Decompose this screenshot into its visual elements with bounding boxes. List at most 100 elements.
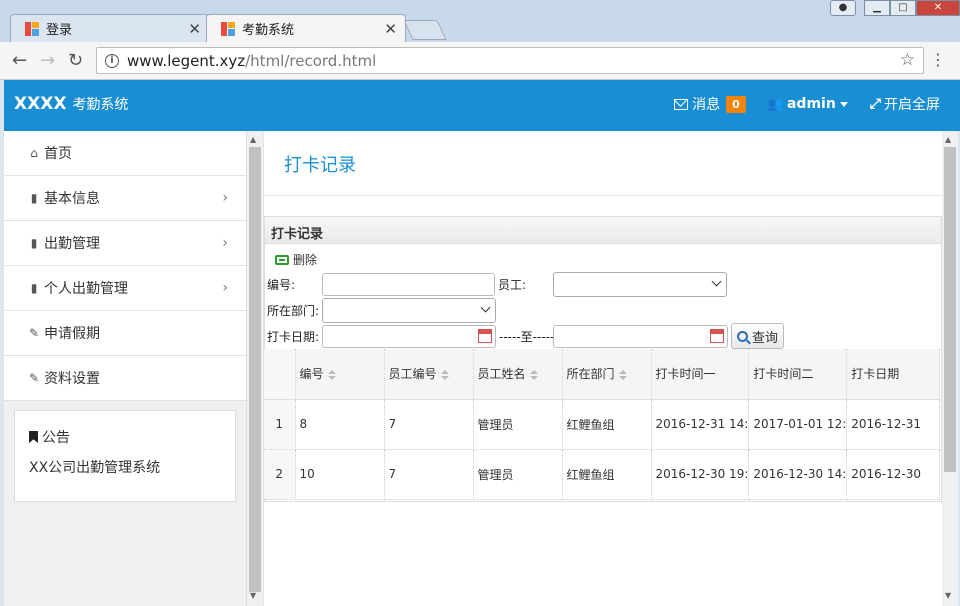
cell-employee-name: 管理员 [473,399,563,450]
sidebar-item-personal-attendance[interactable]: ▮ 个人出勤管理 › [4,266,246,311]
caret-down-icon [839,101,848,107]
cell-time2: 2017-01-01 12: [748,399,848,450]
url-host: www.legent.xyz [127,51,246,70]
tab-title: 考勤系统 [242,23,295,38]
notice-box: 公告 XX公司出勤管理系统 [14,410,236,502]
date-filter-label: 打卡日期: [267,330,320,344]
tab-close-icon[interactable]: ✕ [188,20,201,38]
edit-icon: ✎ [28,326,40,340]
user-menu-button[interactable]: 👥 admin [768,96,848,112]
record-table: 编号 员工编号 员工姓名 所在部门 打卡时间一 打卡时间二 打卡日期 1 8 7… [264,349,941,500]
query-button[interactable]: 查询 [731,323,785,349]
back-icon[interactable]: ← [12,50,27,71]
sort-icon[interactable] [327,369,336,380]
cell-department: 红鲤鱼组 [562,449,652,500]
calendar-icon[interactable] [710,329,724,343]
cell-department: 红鲤鱼组 [562,399,652,450]
column-header-time1[interactable]: 打卡时间一 [651,349,750,400]
url-path: /html/record.html [245,51,377,70]
table-row[interactable]: 1 8 7 管理员 红鲤鱼组 2016-12-31 14: 2017-01-01… [264,399,941,450]
fullscreen-label: 开启全屏 [884,97,940,113]
new-tab-button[interactable] [403,20,447,40]
browser-tab-attendance[interactable]: 考勤系统 ✕ [206,14,406,42]
panel-title: 打卡记录 [265,217,941,244]
bookmark-icon [29,431,38,443]
delete-label: 删除 [293,253,318,267]
scrollbar-thumb[interactable] [944,147,956,472]
profile-icon[interactable]: ● [830,0,856,16]
maximize-icon[interactable]: □ [890,0,916,16]
sort-icon[interactable] [440,369,449,380]
sidebar-scrollbar[interactable]: ▲ ▼ [247,131,263,606]
scrollbar-thumb[interactable] [249,147,261,592]
envelope-icon [674,98,689,110]
query-label: 查询 [752,330,779,346]
table-header-row: 编号 员工编号 员工姓名 所在部门 打卡时间一 打卡时间二 打卡日期 [264,349,941,400]
column-header-employee-id[interactable]: 员工编号 [384,349,474,400]
scroll-down-icon[interactable]: ▼ [945,591,951,600]
date-range-separator: -----至----- [499,330,555,344]
department-filter-label: 所在部门: [267,304,320,318]
browser-menu-icon[interactable]: ⋮ [930,50,946,69]
brand-text: 考勤系统 [72,97,129,113]
department-select[interactable] [322,298,496,323]
column-header-time2[interactable]: 打卡时间二 [748,349,848,400]
brand[interactable]: XXXX 考勤系统 [14,94,128,114]
column-header-id[interactable]: 编号 [295,349,385,400]
sidebar-item-basic-info[interactable]: ▮ 基本信息 › [4,176,246,221]
employee-select[interactable] [553,272,727,297]
file-icon: ▮ [30,236,38,250]
row-number-header [264,349,296,400]
home-icon: ⌂ [30,146,38,160]
messages-button[interactable]: 消息 0 [674,94,746,114]
sort-icon[interactable] [529,369,538,380]
reload-icon[interactable]: ↻ [68,50,83,71]
delete-button[interactable]: 删除 [275,251,317,268]
cell-employee-id: 7 [384,399,474,450]
end-date-input[interactable] [553,325,728,348]
employee-filter-label: 员工: [498,278,527,292]
sidebar-item-profile-settings[interactable]: ✎ 资料设置 [4,356,246,401]
sidebar-item-label: 资料设置 [44,371,100,387]
sidebar-item-label: 个人出勤管理 [44,281,128,297]
tab-close-icon[interactable]: ✕ [384,20,397,38]
sidebar-item-apply-leave[interactable]: ✎ 申请假期 [4,311,246,356]
window-controls: ● ▁ □ ✕ [830,0,960,16]
table-row[interactable]: 2 10 7 管理员 红鲤鱼组 2016-12-30 19: 2016-12-3… [264,449,941,500]
browser-tab-login[interactable]: 登录 ✕ [10,14,210,42]
site-info-icon[interactable]: i [105,53,119,68]
top-nav: 消息 0 👥 admin ⤢ 开启全屏 [652,94,940,114]
id-filter-input[interactable] [322,273,495,296]
file-icon: ▮ [30,191,38,205]
sort-icon[interactable] [618,369,627,380]
sidebar-item-attendance-mgmt[interactable]: ▮ 出勤管理 › [4,221,246,266]
scroll-down-icon[interactable]: ▼ [250,591,256,600]
address-bar[interactable]: i www.legent.xyz/html/record.html ☆ [96,47,924,74]
calendar-icon[interactable] [478,329,492,343]
sidebar-item-label: 首页 [44,146,72,162]
title-divider [264,195,942,196]
column-header-date[interactable]: 打卡日期 [846,349,941,400]
cell-time1: 2016-12-31 14: [651,399,750,450]
id-filter-label: 编号: [267,278,296,292]
minimize-icon[interactable]: ▁ [864,0,890,16]
sidebar-item-home[interactable]: ⌂ 首页 [4,131,246,176]
fullscreen-button[interactable]: ⤢ 开启全屏 [870,94,940,114]
main-scrollbar[interactable]: ▲ ▼ [942,131,958,606]
cell-date: 2016-12-30 [846,449,941,500]
chevron-right-icon: › [222,280,228,296]
bookmark-star-icon[interactable]: ☆ [900,50,915,70]
forward-icon[interactable]: → [40,50,55,71]
scroll-up-icon[interactable]: ▲ [250,135,256,144]
file-icon: ▮ [30,281,38,295]
messages-count-badge: 0 [726,95,746,113]
start-date-input[interactable] [322,325,496,348]
cell-employee-name: 管理员 [473,449,563,500]
scroll-up-icon[interactable]: ▲ [945,135,951,144]
close-window-icon[interactable]: ✕ [916,0,960,16]
chevron-right-icon: › [222,235,228,251]
sidebar-item-label: 申请假期 [44,326,100,342]
column-header-employee-name[interactable]: 员工姓名 [473,349,563,400]
app-favicon-icon [221,21,235,36]
column-header-department[interactable]: 所在部门 [562,349,652,400]
